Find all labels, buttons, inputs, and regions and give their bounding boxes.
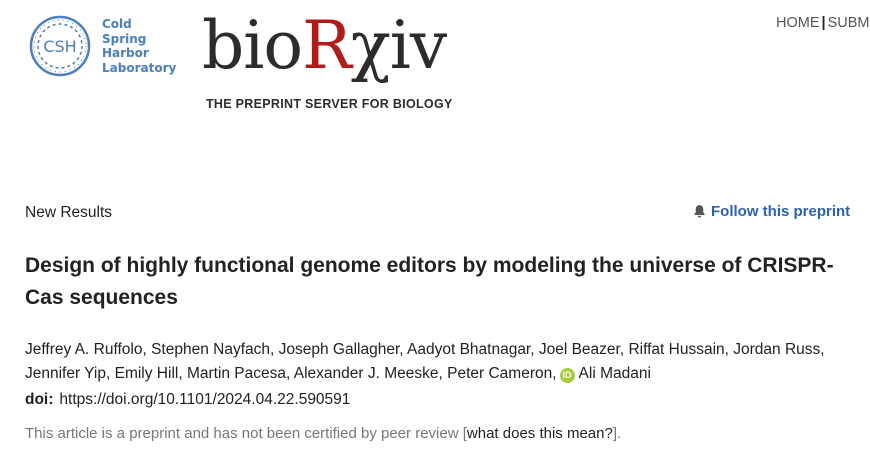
article-title: Design of highly functional genome edito… xyxy=(25,254,834,309)
follow-label: Follow this preprint xyxy=(711,203,851,220)
review-note-text: This article is a preprint and has not b… xyxy=(25,425,467,442)
peer-review-note: This article is a preprint and has not b… xyxy=(25,425,621,442)
bell-icon xyxy=(694,205,705,218)
doi-link[interactable]: https://doi.org/10.1101/2024.04.22.59059… xyxy=(59,391,350,408)
biorxiv-logo[interactable]: bioRχiv THE PREPRINT SERVER FOR BIOLOGY xyxy=(202,7,482,115)
biorxiv-wordmark: bioRχiv xyxy=(202,6,447,86)
csh-abbr: CSH xyxy=(43,37,76,56)
author-names: Jennifer Yip, Emily Hill, Martin Pacesa,… xyxy=(25,365,557,382)
nav-separator: | xyxy=(821,15,826,31)
csh-line: Laboratory xyxy=(102,60,177,75)
review-note-end: ]. xyxy=(612,425,622,442)
csh-line: Harbor xyxy=(102,46,149,60)
top-nav: HOME | SUBM xyxy=(776,15,869,31)
section-label: New Results xyxy=(25,204,112,221)
wordmark-r: R xyxy=(302,7,352,84)
doi-label: doi: xyxy=(25,391,54,408)
orcid-icon[interactable]: iD xyxy=(559,368,575,383)
follow-preprint-link[interactable]: Follow this preprint xyxy=(692,203,850,220)
author-list: Jeffrey A. Ruffolo, Stephen Nayfach, Jos… xyxy=(25,338,855,386)
wordmark-xiv: χiv xyxy=(350,7,447,84)
biorxiv-tagline: THE PREPRINT SERVER FOR BIOLOGY xyxy=(206,97,453,111)
nav-home-link[interactable]: HOME xyxy=(776,15,820,31)
csh-line: Cold xyxy=(102,17,132,31)
wordmark-bio: bio xyxy=(202,7,303,84)
author-line: Jeffrey A. Ruffolo, Stephen Nayfach, Jos… xyxy=(25,341,825,358)
what-does-this-mean-link[interactable]: what does this mean? xyxy=(467,425,613,442)
author-last[interactable]: Ali Madani xyxy=(579,365,651,382)
doi-line: doi: https://doi.org/10.1101/2024.04.22.5… xyxy=(25,391,350,409)
csh-name: Cold Spring Harbor Laboratory xyxy=(102,17,176,75)
csh-helix-icon: CSH xyxy=(29,15,91,77)
author-line: Jennifer Yip, Emily Hill, Martin Pacesa,… xyxy=(25,362,855,386)
csh-line: Spring xyxy=(102,31,147,46)
nav-submit-link[interactable]: SUBM xyxy=(828,15,870,31)
csh-logo[interactable]: CSH Cold Spring Harbor Laboratory xyxy=(27,13,177,83)
